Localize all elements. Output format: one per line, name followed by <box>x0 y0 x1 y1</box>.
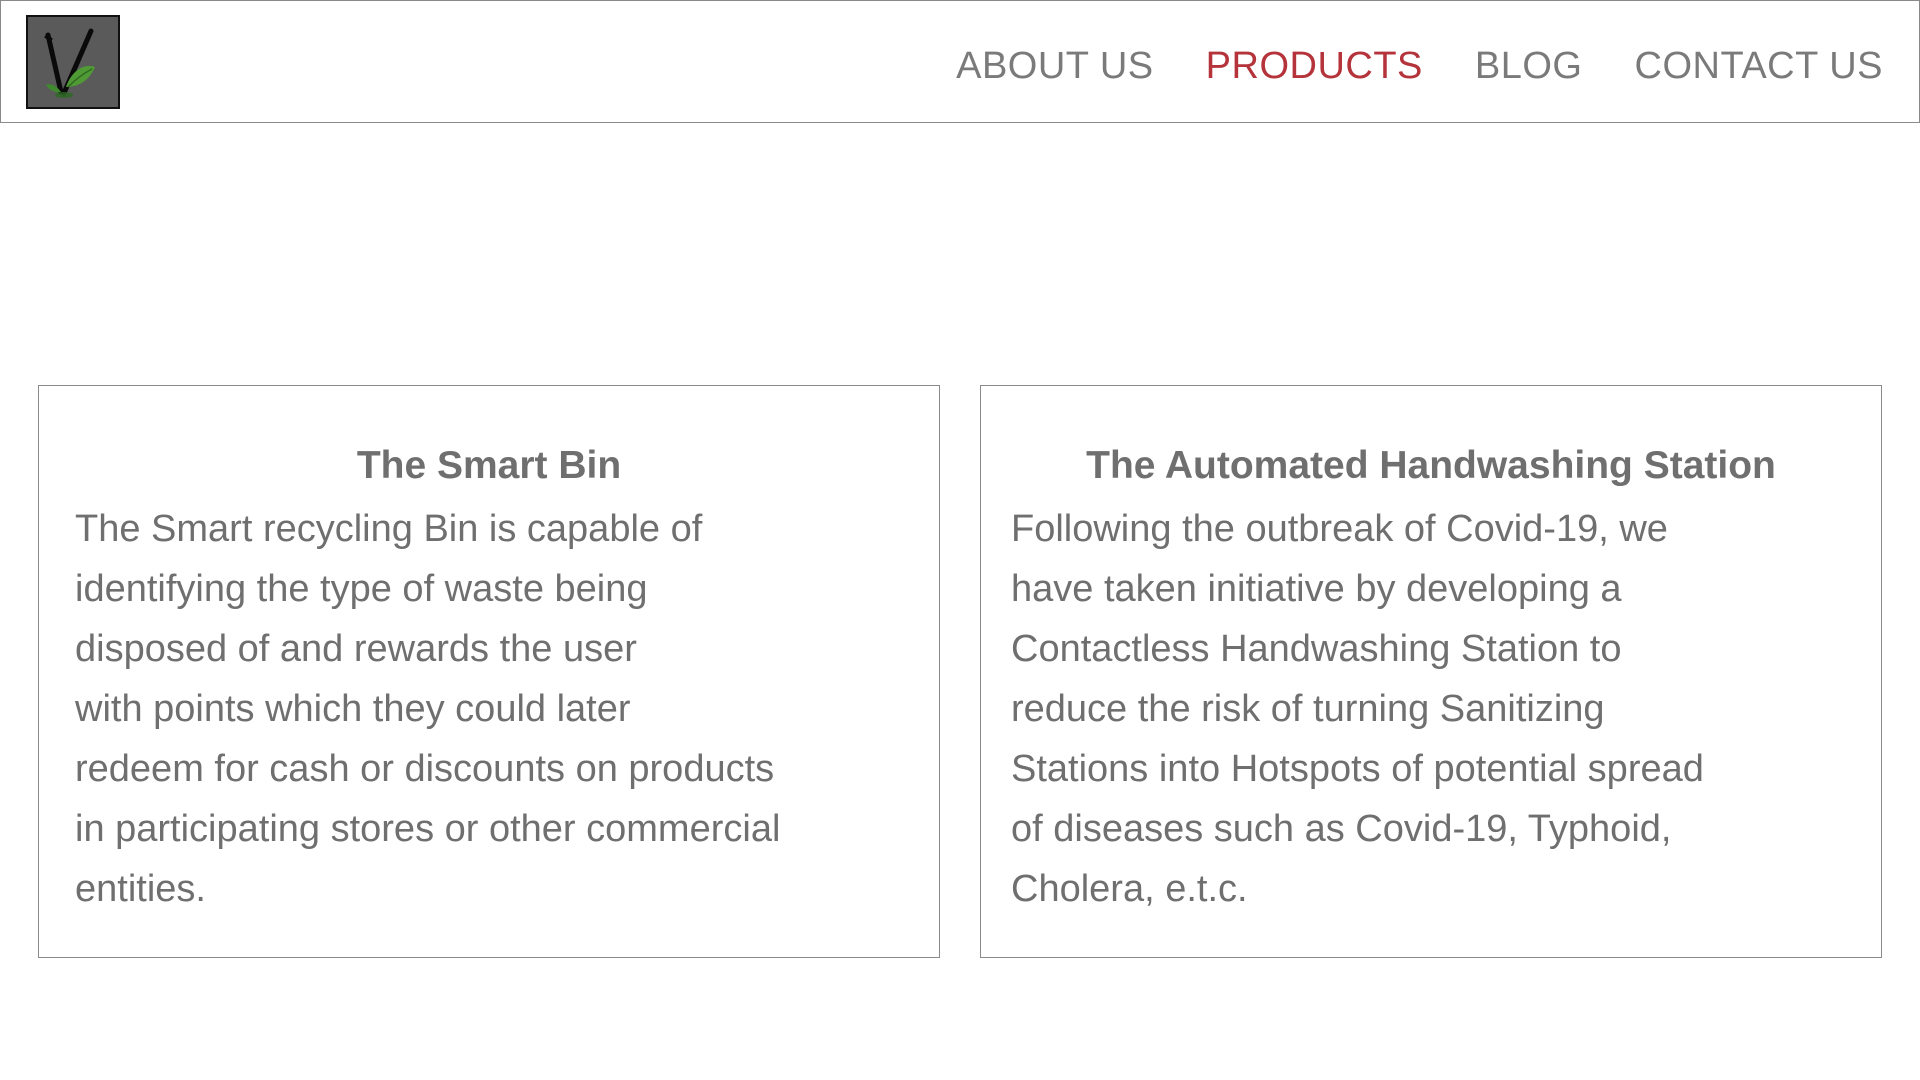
description-line: entities. <box>75 868 206 910</box>
description-line: of diseases such as Covid-19, Typhoid, <box>1011 808 1672 850</box>
plant-logo-icon[interactable] <box>26 15 120 109</box>
description-line: have taken initiative by developing a <box>1011 568 1622 610</box>
nav-about-us[interactable]: ABOUT US <box>956 41 1154 91</box>
description-line: The Smart recycling Bin is capable of <box>75 508 703 550</box>
product-title: The Automated Handwashing Station <box>1086 444 1776 487</box>
description-line: redeem for cash or discounts on products <box>75 748 775 790</box>
description-line: in participating stores or other commerc… <box>75 808 781 850</box>
description-line: with points which they could later <box>75 688 631 730</box>
product-description: The Smart recycling Bin is capable of id… <box>75 499 905 919</box>
description-line: reduce the risk of turning Sanitizing <box>1011 688 1605 730</box>
description-line: Following the outbreak of Covid-19, we <box>1011 508 1668 550</box>
product-card-handwashing-station: The Automated Handwashing Station Follow… <box>980 385 1882 958</box>
description-line: disposed of and rewards the user <box>75 628 637 670</box>
description-line: Contactless Handwashing Station to <box>1011 628 1622 670</box>
nav-products[interactable]: PRODUCTS <box>1206 41 1423 91</box>
description-line: Stations into Hotspots of potential spre… <box>1011 748 1704 790</box>
page: ABOUT US PRODUCTS BLOG CONTACT US The Sm… <box>0 0 1920 1080</box>
site-header: ABOUT US PRODUCTS BLOG CONTACT US <box>0 0 1920 123</box>
product-card-smart-bin: The Smart Bin The Smart recycling Bin is… <box>38 385 940 958</box>
main-nav: ABOUT US PRODUCTS BLOG CONTACT US <box>956 41 1883 91</box>
nav-blog[interactable]: BLOG <box>1475 41 1583 91</box>
description-line: Cholera, e.t.c. <box>1011 868 1248 910</box>
product-description: Following the outbreak of Covid-19, we h… <box>1011 499 1841 919</box>
description-line: identifying the type of waste being <box>75 568 648 610</box>
product-title: The Smart Bin <box>356 444 622 487</box>
nav-contact-us[interactable]: CONTACT US <box>1635 41 1884 91</box>
